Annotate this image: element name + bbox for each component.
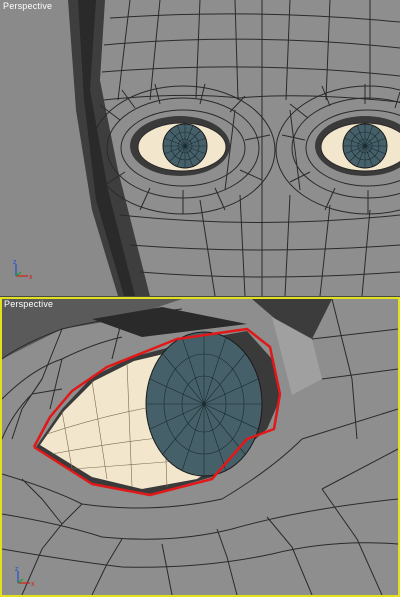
viewport-perspective-top[interactable]: Perspective z x — [0, 0, 400, 297]
viewport-label[interactable]: Perspective — [4, 299, 53, 309]
axis-x-label: x — [29, 274, 33, 281]
eye-mesh-closeup[interactable] — [2, 299, 398, 595]
viewport-perspective-bottom[interactable]: Perspective z x — [0, 297, 400, 597]
viewport-label[interactable]: Perspective — [3, 1, 52, 11]
axis-z-label: z — [15, 566, 19, 573]
face-mesh-top[interactable] — [0, 0, 400, 296]
axis-z-label: z — [13, 259, 17, 266]
axis-x-label: x — [31, 581, 35, 588]
axis-gizmo: z x — [8, 258, 38, 282]
axis-gizmo: z x — [10, 565, 40, 589]
